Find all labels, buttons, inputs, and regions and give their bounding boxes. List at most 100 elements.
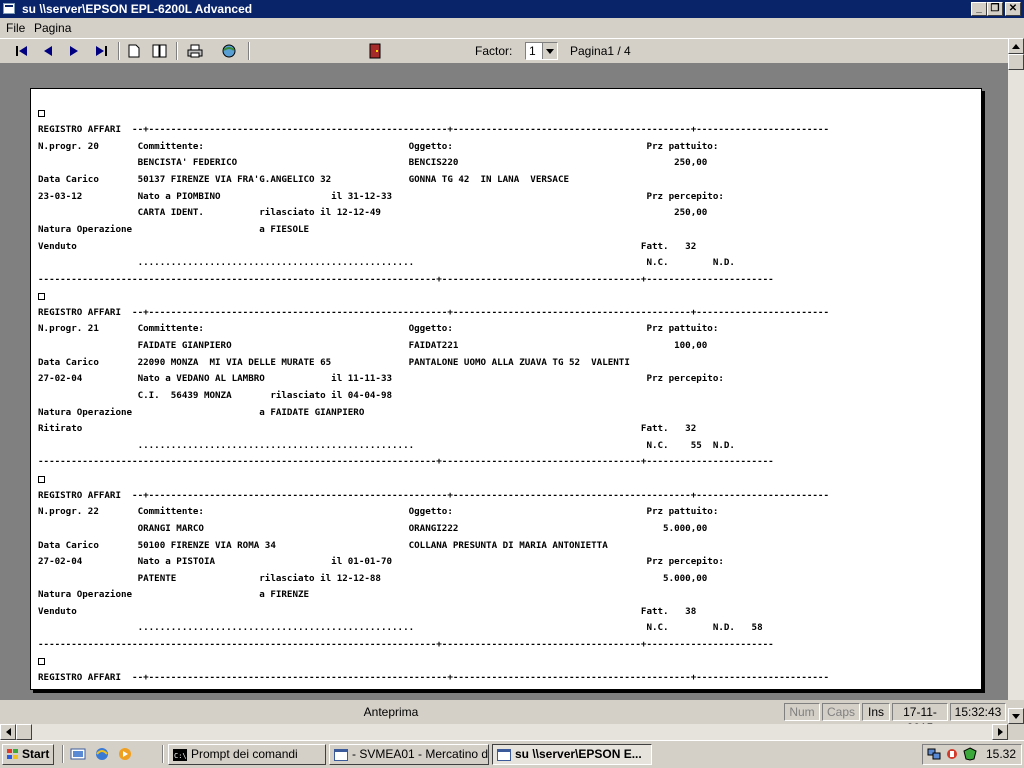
record-line: Ritirato Fatt. 32 <box>38 423 697 434</box>
factor-value: 1 <box>529 44 536 58</box>
scroll-up-icon[interactable] <box>1008 38 1024 54</box>
record-line: 27-02-04 Nato a PISTOIA il 01-01-70 Prz … <box>38 556 724 567</box>
status-ins: Ins <box>862 703 890 721</box>
record-line: Natura Operazione a FAIDATE GIANPIERO <box>38 407 365 418</box>
maximize-button[interactable]: ❐ <box>987 2 1003 16</box>
status-main: Anteprima <box>363 705 419 719</box>
prev-page-icon[interactable] <box>39 41 59 61</box>
exit-door-icon[interactable] <box>365 41 385 61</box>
record-footer: ----------------------------------------… <box>38 639 774 650</box>
record-header: REGISTRO AFFARI --+---------------------… <box>38 124 829 135</box>
record-line: Natura Operazione a FIESOLE <box>38 224 310 235</box>
record-checkbox <box>38 658 45 665</box>
factor-label: Factor: <box>475 44 513 58</box>
taskbar-separator <box>162 745 164 763</box>
record-header: REGISTRO AFFARI --+---------------------… <box>38 307 829 318</box>
record-line: Venduto Fatt. 32 <box>38 241 697 252</box>
menu-bar: File Pagina <box>0 19 1024 38</box>
status-bar: Anteprima Num Caps Ins 17-11-2015 15:32:… <box>0 700 1024 735</box>
record-header: REGISTRO AFFARI --+---------------------… <box>38 490 829 501</box>
last-page-icon[interactable] <box>91 41 111 61</box>
toolbar: Factor: 1 Pagina1 / 4 <box>0 38 1008 64</box>
next-page-icon[interactable] <box>64 41 84 61</box>
task-cmd[interactable]: C:\ Prompt dei comandi <box>168 744 326 765</box>
two-pages-icon[interactable] <box>150 41 170 61</box>
shield-icon[interactable] <box>963 747 977 761</box>
status-caps: Caps <box>822 703 860 721</box>
zoom-icon[interactable] <box>219 41 239 61</box>
factor-select[interactable]: 1 <box>525 42 558 60</box>
cmd-icon: C:\ <box>173 748 187 761</box>
record-line: BENCISTA' FEDERICO BENCIS220 250,00 <box>38 157 708 168</box>
document-page: REGISTRO AFFARI --+---------------------… <box>30 88 982 690</box>
network-icon[interactable] <box>927 747 941 761</box>
scroll-right-icon[interactable] <box>992 724 1008 740</box>
show-desktop-icon[interactable] <box>70 746 86 762</box>
print-icon[interactable] <box>185 41 205 61</box>
record-line: FAIDATE GIANPIERO FAIDAT221 100,00 <box>38 340 708 351</box>
record-line: Data Carico 22090 MONZA MI VIA DELLE MUR… <box>38 357 630 368</box>
title-bar[interactable]: su \\server\EPSON EPL-6200L Advanced _ ❐… <box>0 0 1024 18</box>
scroll-thumb[interactable] <box>1008 54 1024 70</box>
chevron-down-icon[interactable] <box>542 43 557 59</box>
record-footer: ----------------------------------------… <box>38 456 774 467</box>
record-line: CARTA IDENT. rilasciato il 12-12-49 250,… <box>38 207 708 218</box>
record-line: Data Carico 50100 FIRENZE VIA ROMA 34 CO… <box>38 540 608 551</box>
minimize-button[interactable]: _ <box>971 2 987 16</box>
record-line: 23-03-12 Nato a PIOMBINO il 31-12-33 Prz… <box>38 191 724 202</box>
preview-area[interactable]: REGISTRO AFFARI --+---------------------… <box>0 64 1008 700</box>
scroll-down-icon[interactable] <box>1008 708 1024 724</box>
app-icon[interactable] <box>3 3 15 14</box>
window-icon <box>497 748 511 761</box>
horizontal-scrollbar[interactable] <box>0 724 1008 740</box>
start-button[interactable]: Start <box>2 744 54 765</box>
scroll-left-icon[interactable] <box>0 724 16 740</box>
status-time: 15:32:43 <box>950 703 1006 721</box>
status-date: 17-11-2015 <box>892 703 948 735</box>
task-label: - SVMEA01 - Mercatino d... <box>352 747 489 761</box>
record-header: REGISTRO AFFARI --+---------------------… <box>38 672 829 683</box>
toolbar-separator <box>118 42 120 60</box>
record-line: Venduto Fatt. 38 <box>38 606 697 617</box>
scroll-thumb[interactable] <box>16 724 32 740</box>
record-line: Data Carico 50137 FIRENZE VIA FRA'G.ANGE… <box>38 174 570 185</box>
record-line: N.progr. 20 Committente: Oggetto: Prz pa… <box>38 141 719 152</box>
menu-pagina[interactable]: Pagina <box>34 21 71 36</box>
task-epson-preview[interactable]: su \\server\EPSON E... <box>492 744 652 765</box>
record-checkbox <box>38 293 45 300</box>
security-icon[interactable] <box>945 747 959 761</box>
windows-logo-icon <box>7 749 19 760</box>
system-tray: 15.32 <box>922 744 1022 765</box>
record-line: ........................................… <box>38 257 735 268</box>
record-footer: ----------------------------------------… <box>38 274 774 285</box>
menu-file[interactable]: File <box>6 21 25 36</box>
record-line: N.progr. 21 Committente: Oggetto: Prz pa… <box>38 323 719 334</box>
record-line: C.I. 56439 MONZA rilasciato il 04-04-98 <box>38 390 393 401</box>
record-line: 27-02-04 Nato a VEDANO AL LAMBRO il 11-1… <box>38 373 724 384</box>
task-label: su \\server\EPSON E... <box>515 747 642 761</box>
media-player-icon[interactable] <box>117 746 133 762</box>
toolbar-separator <box>248 42 250 60</box>
single-page-icon[interactable] <box>124 41 144 61</box>
page-info: Pagina1 / 4 <box>570 44 631 58</box>
record-line: ........................................… <box>38 622 763 633</box>
close-button[interactable]: ✕ <box>1005 2 1021 16</box>
first-page-icon[interactable] <box>12 41 32 61</box>
record-line: Natura Operazione a FIRENZE <box>38 589 310 600</box>
window-icon <box>334 748 348 761</box>
task-svmea01[interactable]: - SVMEA01 - Mercatino d... <box>329 744 489 765</box>
record-line: ........................................… <box>38 440 735 451</box>
record-checkbox <box>38 476 45 483</box>
record-checkbox <box>38 110 45 117</box>
task-label: Prompt dei comandi <box>191 747 298 761</box>
toolbar-separator <box>176 42 178 60</box>
taskbar: Start C:\ Prompt dei comandi - SVMEA01 -… <box>0 740 1024 768</box>
taskbar-separator <box>62 745 64 763</box>
status-num: Num <box>784 703 820 721</box>
record-line: N.progr. 22 Committente: Oggetto: Prz pa… <box>38 506 719 517</box>
record-line: PATENTE rilasciato il 12-12-88 5.000,00 <box>38 573 708 584</box>
start-label: Start <box>22 747 50 761</box>
vertical-scrollbar[interactable] <box>1008 38 1024 724</box>
clock[interactable]: 15.32 <box>986 745 1016 764</box>
internet-explorer-icon[interactable] <box>94 746 110 762</box>
